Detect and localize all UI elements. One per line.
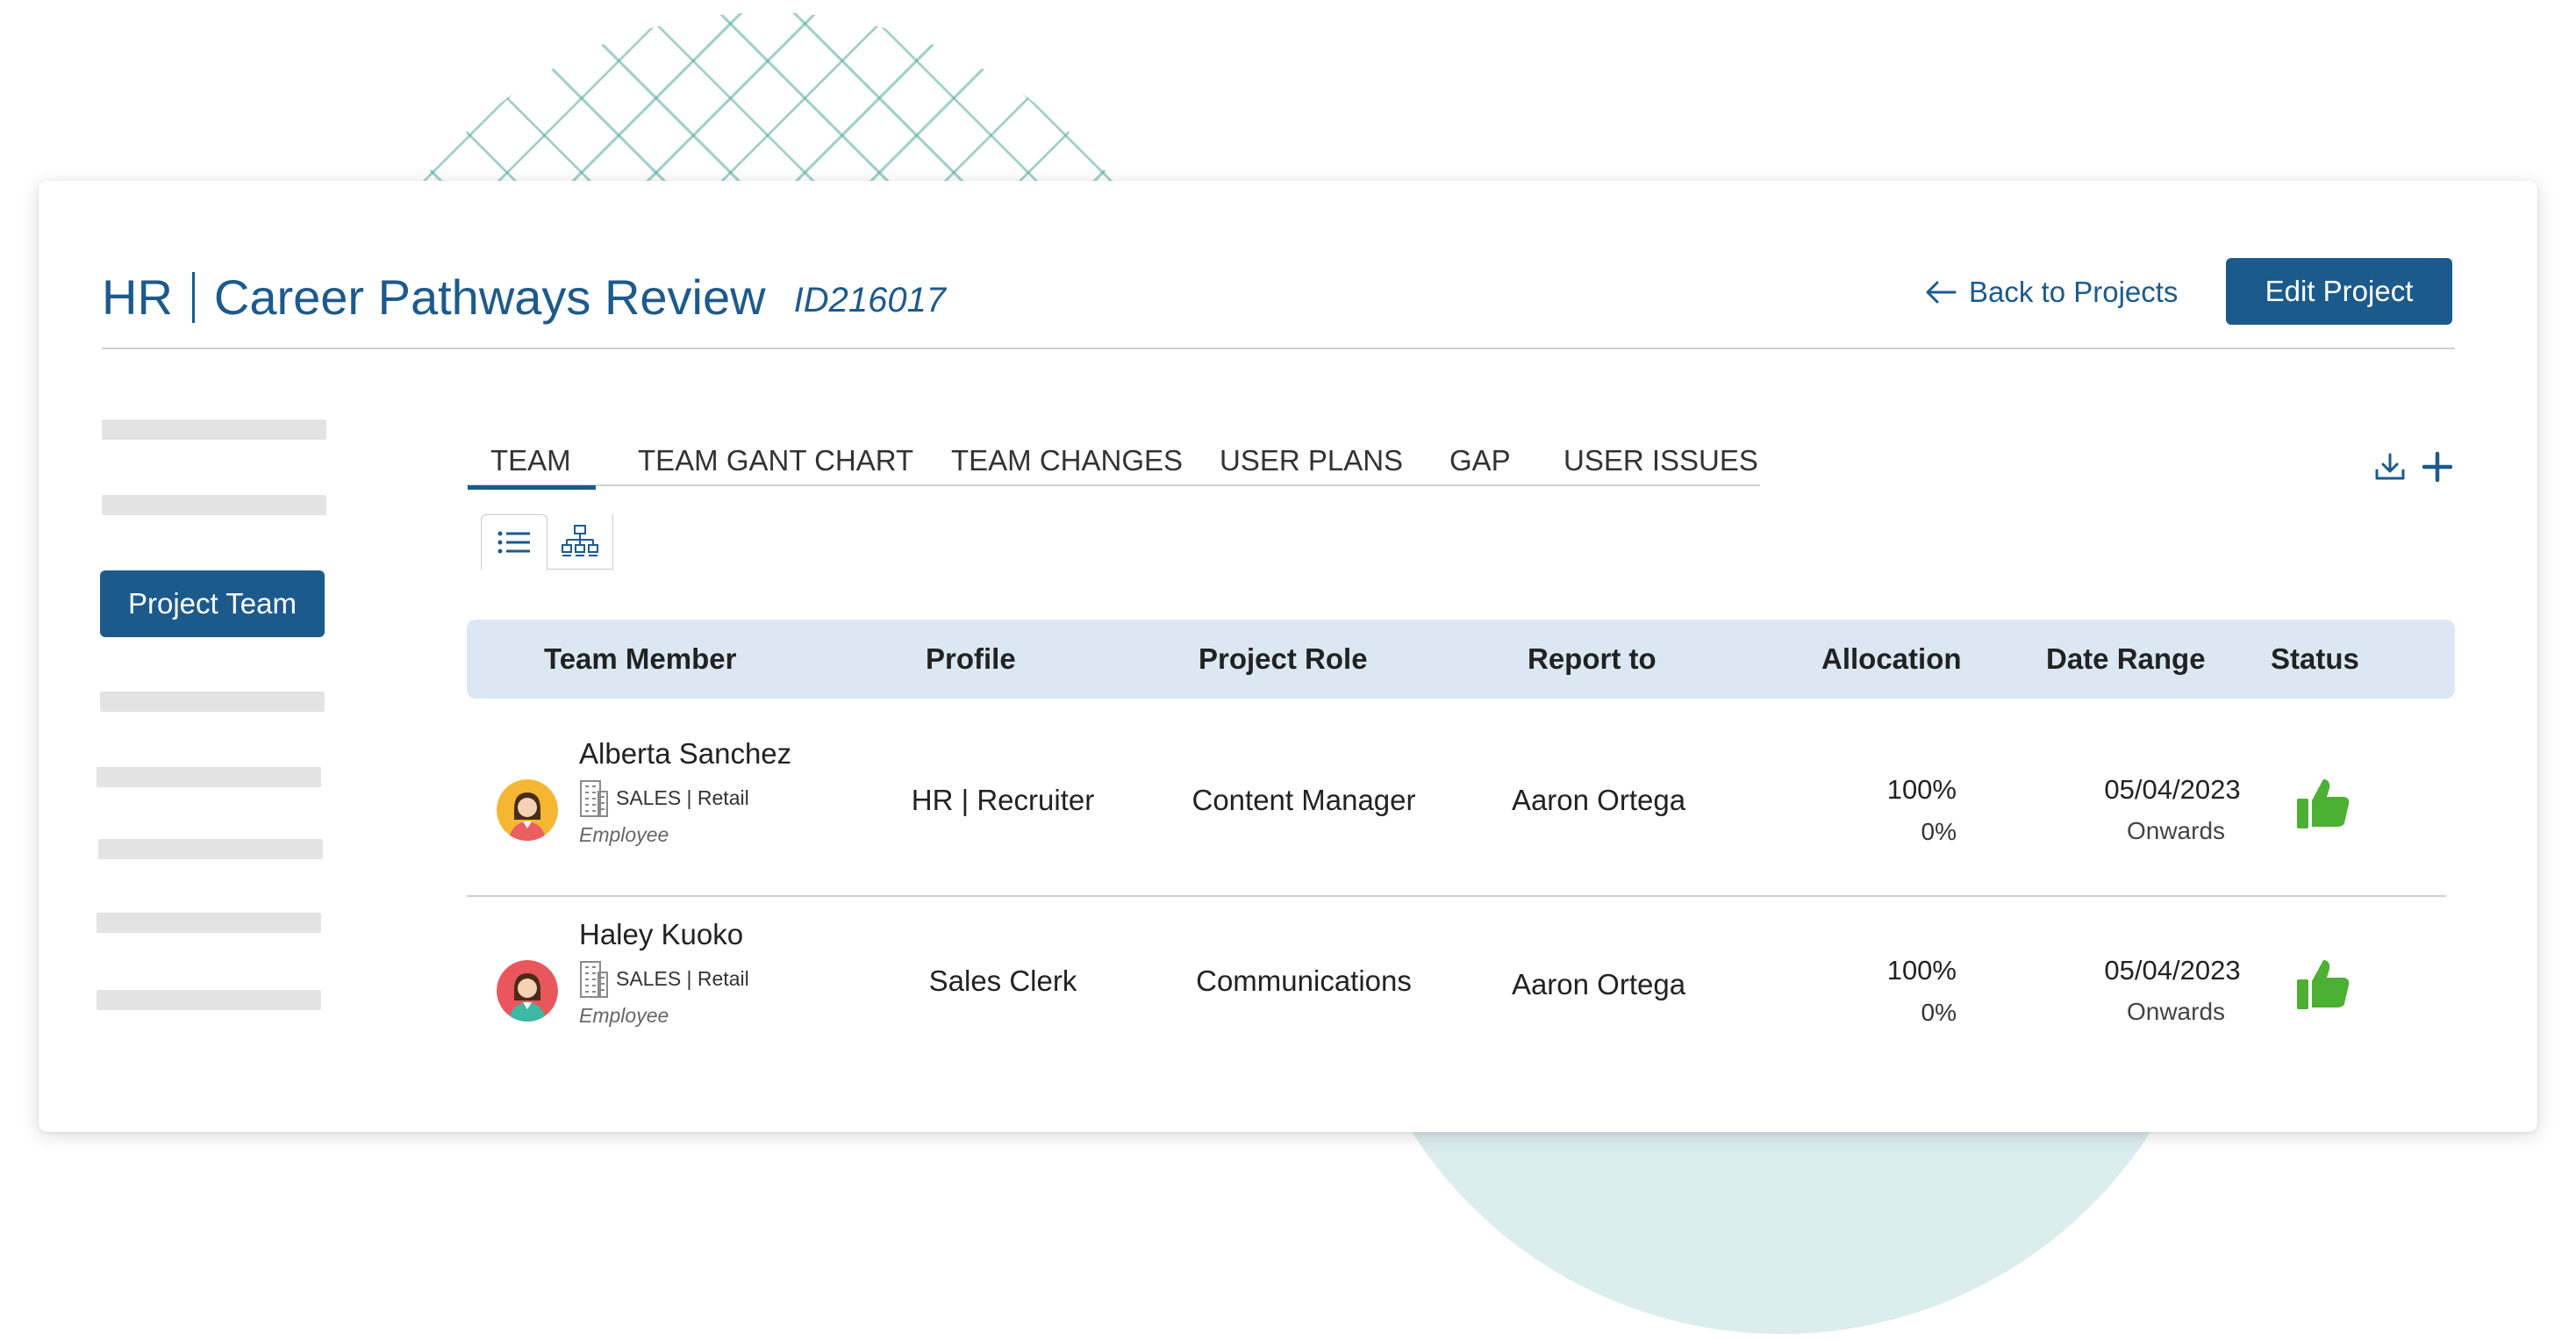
allocation-secondary: 0%	[1921, 999, 1957, 1026]
member-dept-label: SALES | Retail	[616, 966, 749, 990]
sidebar-item-placeholder	[97, 990, 321, 1010]
tab-gap[interactable]: GAP	[1449, 444, 1511, 477]
member-type: Employee	[579, 823, 669, 846]
column-header[interactable]: Team Member	[544, 642, 736, 676]
back-to-projects-link[interactable]: Back to Projects	[1925, 276, 2178, 309]
project-card: HR Career Pathways Review ID216017 Back …	[39, 181, 2537, 1132]
table-row[interactable]: Alberta Sanchez SALES | Retail Employee …	[467, 716, 2455, 896]
title-separator	[191, 271, 195, 323]
table-header: Team Member Profile Project Role Report …	[467, 620, 2455, 699]
column-header[interactable]: Report to	[1528, 642, 1657, 676]
column-header[interactable]: Date Range	[2046, 642, 2206, 676]
sidebar-item-placeholder	[100, 692, 325, 712]
title-department: HR	[102, 269, 173, 325]
report-to-cell: Aaron Ortega	[1511, 968, 1686, 1000]
download-icon[interactable]	[2372, 449, 2408, 484]
date-range-suffix: Onwards	[2126, 998, 2226, 1025]
sidebar-item-placeholder	[97, 767, 321, 787]
date-range-start: 05/04/2023	[2104, 774, 2241, 805]
project-role-cell: Communications	[1196, 965, 1412, 997]
profile-cell: HR | Recruiter	[911, 784, 1095, 816]
sidebar-item-placeholder	[97, 913, 321, 933]
project-id: ID216017	[793, 281, 947, 319]
tab-user-issues[interactable]: USER ISSUES	[1563, 444, 1758, 477]
arrow-left-icon	[1926, 281, 1957, 304]
member-department: SALES | Retail	[579, 958, 749, 999]
tab-team-changes[interactable]: TEAM CHANGES	[951, 444, 1183, 477]
sidebar-item-placeholder	[102, 495, 326, 515]
date-range-start: 05/04/2023	[2104, 955, 2241, 986]
date-range-suffix: Onwards	[2126, 817, 2226, 844]
report-to-cell: Aaron Ortega	[1511, 784, 1686, 816]
column-header[interactable]: Allocation	[1821, 642, 1962, 676]
sidebar-item-placeholder	[98, 839, 323, 859]
tab-team[interactable]: TEAM	[468, 444, 596, 490]
project-role-cell: Content Manager	[1191, 784, 1416, 816]
add-icon[interactable]	[2422, 451, 2453, 483]
member-dept-label: SALES | Retail	[616, 785, 749, 809]
building-icon	[580, 780, 608, 817]
member-name[interactable]: Haley Kuoko	[579, 918, 749, 951]
member-type: Employee	[579, 1004, 669, 1027]
avatar	[497, 960, 558, 1022]
column-header[interactable]: Project Role	[1199, 642, 1368, 676]
member-info: Haley Kuoko SALES | Retail Employee	[579, 918, 749, 1028]
view-mode-toggle	[481, 514, 613, 570]
allocation-primary: 100%	[1886, 774, 1957, 805]
header-divider	[102, 348, 2455, 349]
member-info: Alberta Sanchez SALES | Retail Employee	[579, 737, 791, 847]
thumbs-up-icon	[2295, 776, 2351, 835]
thumbs-up-icon	[2295, 957, 2351, 1015]
org-chart-icon[interactable]	[547, 514, 613, 570]
column-header[interactable]: Status	[2271, 642, 2359, 676]
table-toolbar	[2372, 449, 2453, 484]
tab-bar: TEAM TEAM GANT CHART TEAM CHANGES USER P…	[467, 435, 1760, 490]
column-header[interactable]: Profile	[926, 642, 1016, 676]
building-icon	[580, 961, 608, 998]
member-department: SALES | Retail	[579, 778, 791, 818]
sidebar-item-placeholder	[102, 420, 326, 440]
title-project-name: Career Pathways Review	[213, 269, 766, 325]
edit-project-button[interactable]: Edit Project	[2226, 258, 2452, 325]
tab-user-plans[interactable]: USER PLANS	[1220, 444, 1403, 477]
back-to-projects-label: Back to Projects	[1969, 276, 2179, 308]
tab-team-gant-chart[interactable]: TEAM GANT CHART	[638, 444, 913, 477]
profile-cell: Sales Clerk	[928, 965, 1077, 997]
list-view-icon[interactable]	[481, 514, 547, 570]
table-row[interactable]: Haley Kuoko SALES | Retail Employee Sale…	[467, 897, 2455, 1077]
page-title: HR Career Pathways Review ID216017	[102, 269, 946, 326]
member-name[interactable]: Alberta Sanchez	[579, 737, 791, 771]
sidebar-item-project-team[interactable]: Project Team	[100, 570, 325, 637]
avatar	[497, 779, 558, 841]
allocation-primary: 100%	[1886, 955, 1957, 986]
allocation-secondary: 0%	[1921, 818, 1957, 845]
